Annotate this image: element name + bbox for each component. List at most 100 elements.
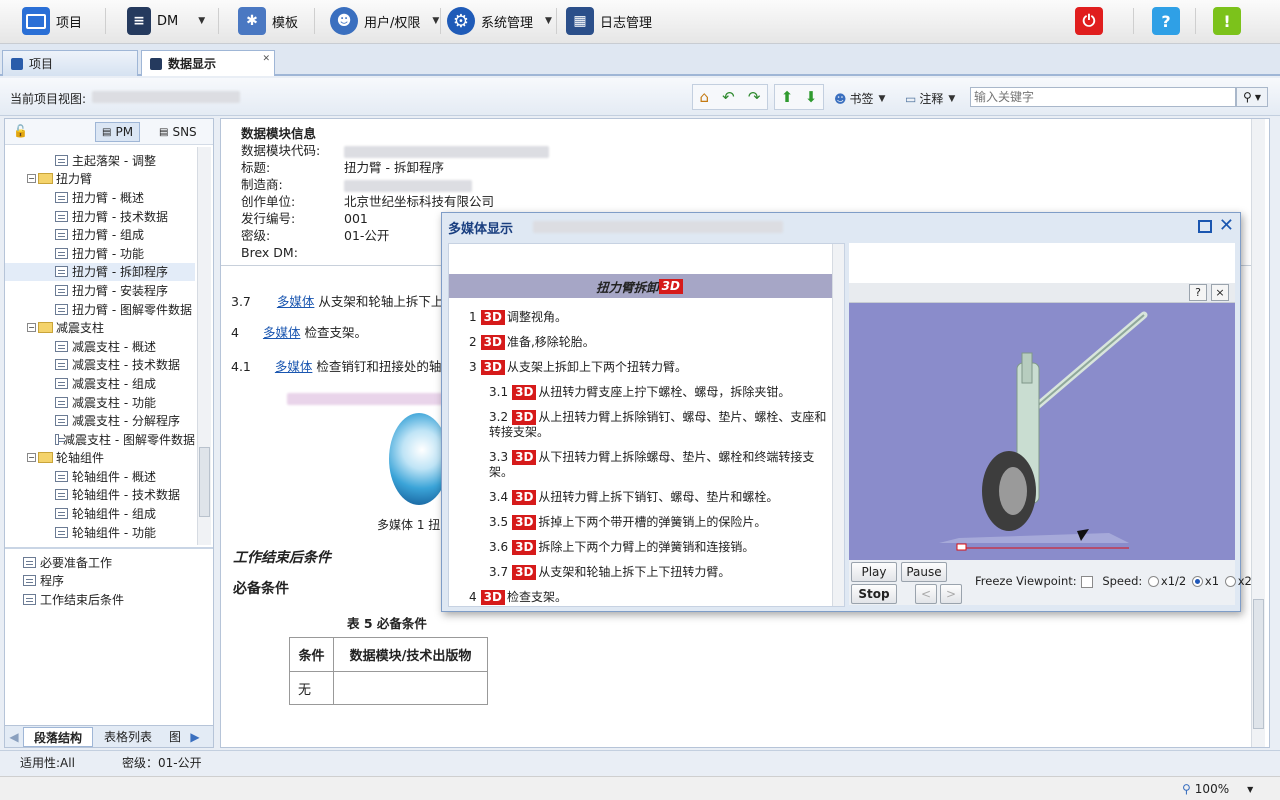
system-menu-button[interactable]: ⚙ 系统管理 ▼ (447, 6, 552, 36)
multimedia-thumbnail[interactable] (389, 413, 449, 505)
tree-item[interactable]: 减震支柱 - 分解程序 (5, 411, 195, 430)
scrollbar-thumb[interactable] (199, 447, 210, 517)
project-menu-button[interactable]: 项目 (22, 6, 82, 36)
speed-radio-1x[interactable] (1191, 576, 1203, 587)
tree-folder[interactable]: − 扭力臂 (5, 170, 195, 189)
arrow-left-icon[interactable]: ◀ (5, 730, 23, 744)
multimedia-link[interactable]: 多媒体 (263, 325, 301, 340)
close-icon[interactable]: ✕ (1219, 215, 1234, 236)
multimedia-step[interactable]: 2 3D 准备,移除轮胎。 (449, 335, 832, 350)
3d-badge[interactable]: 3D (480, 360, 505, 375)
multimedia-step[interactable]: 3.1 3D 从扭转力臂支座上拧下螺栓、螺母，拆除夹钳。 (449, 385, 832, 400)
speed-radio-2x[interactable] (1224, 576, 1236, 587)
zoom-control[interactable]: ⚲ 100% ▼ (1182, 782, 1253, 796)
bookmark-menu[interactable]: ☻ 书签 ▼ (834, 90, 885, 107)
3d-badge[interactable]: 3D (480, 335, 505, 350)
freeze-checkbox[interactable] (1080, 575, 1093, 588)
multimedia-step[interactable]: 3.3 3D 从下扭转力臂上拆除螺母、垫片、螺栓和终端转接支架。 (449, 450, 832, 480)
previous-step-button[interactable]: < (915, 584, 937, 604)
3d-badge[interactable]: 3D (512, 565, 537, 580)
3d-badge[interactable]: 3D (512, 490, 537, 505)
tree-item[interactable]: 减震支柱 - 组成 (5, 374, 195, 393)
collapse-icon[interactable]: − (27, 174, 36, 184)
tree-folder[interactable]: − 减震支柱 (5, 318, 195, 337)
tree-item[interactable]: 轮轴组件 - 技术数据 (5, 486, 195, 505)
tree-item[interactable]: 扭力臂 - 组成 (5, 225, 195, 244)
collapse-icon[interactable]: − (27, 323, 36, 333)
tree-item[interactable]: 主起落架 - 调整 (5, 151, 195, 170)
stop-button[interactable]: Stop (851, 584, 897, 604)
tree-item[interactable]: 减震支柱 - 图解零件数据 (5, 430, 195, 449)
tab-data-display[interactable]: 数据显示 ✕ (141, 50, 275, 76)
outline-item[interactable]: 程序 (5, 572, 213, 591)
multimedia-link[interactable]: 多媒体 (275, 359, 313, 374)
next-step-button[interactable]: > (940, 584, 962, 604)
tab-figure[interactable]: 图 (163, 728, 187, 745)
close-icon[interactable]: ✕ (262, 54, 270, 64)
viewer-help-icon[interactable]: ? (1189, 284, 1207, 301)
tree-item[interactable]: 轮轴组件 - 组成 (5, 504, 195, 523)
viewer-close-icon[interactable]: × (1211, 284, 1229, 301)
users-menu-button[interactable]: ☻ 用户/权限 ▼ (330, 6, 439, 36)
multimedia-step[interactable]: 4 3D 检查支架。 (449, 590, 832, 605)
multimedia-step[interactable]: 1 3D 调整视角。 (449, 310, 832, 325)
3d-badge[interactable]: 3D (480, 590, 505, 605)
lock-icon[interactable]: 🔓 (13, 124, 28, 138)
scrollbar-thumb[interactable] (1253, 599, 1264, 729)
search-input[interactable] (970, 87, 1236, 107)
tree-item[interactable]: 扭力臂 - 技术数据 (5, 207, 195, 226)
tree-item[interactable]: 减震支柱 - 技术数据 (5, 356, 195, 375)
tab-paragraph-structure[interactable]: 段落结构 (23, 726, 93, 747)
template-menu-button[interactable]: ✱ 模板 (238, 6, 298, 36)
arrow-up-icon[interactable]: ⬆ (781, 88, 794, 106)
note-menu[interactable]: ▭ 注释 ▼ (905, 90, 955, 107)
tree-item[interactable]: 扭力臂 - 功能 (5, 244, 195, 263)
arrow-down-icon[interactable]: ⬇ (805, 88, 818, 106)
3d-badge[interactable]: 3D (512, 450, 537, 465)
tree-item[interactable]: 扭力臂 - 拆卸程序 (5, 262, 195, 282)
dm-menu-button[interactable]: ≡ DM ▼ (127, 6, 205, 36)
speed-radio-half[interactable] (1147, 576, 1159, 587)
outline-item[interactable]: 必要准备工作 (5, 553, 213, 572)
document-scrollbar[interactable] (1251, 119, 1265, 747)
tree-item[interactable]: 减震支柱 - 功能 (5, 393, 195, 412)
pm-toggle[interactable]: ▤ PM (95, 122, 141, 142)
3d-badge[interactable]: 3D (512, 540, 537, 555)
tree-item[interactable]: 轮轴组件 - 功能 (5, 523, 195, 542)
tree-item[interactable]: 扭力臂 - 安装程序 (5, 281, 195, 300)
multimedia-step[interactable]: 3 3D 从支架上拆卸上下两个扭转力臂。 (449, 360, 832, 375)
tab-project[interactable]: 项目 (2, 50, 138, 76)
pause-button[interactable]: Pause (901, 562, 947, 582)
redo-icon[interactable]: ↷ (748, 88, 761, 106)
undo-icon[interactable]: ↶ (722, 88, 735, 106)
tree-item[interactable]: 减震支柱 - 概述 (5, 337, 195, 356)
search-button[interactable]: ⚲ ▼ (1236, 87, 1268, 107)
step-list-scrollbar[interactable] (832, 244, 844, 606)
alert-button[interactable]: ! (1213, 6, 1241, 36)
tree-folder[interactable]: − 轮轴组件 (5, 449, 195, 468)
3d-badge[interactable]: 3D (512, 410, 537, 425)
multimedia-link[interactable]: 多媒体 (277, 294, 315, 309)
collapse-icon[interactable]: − (27, 453, 36, 463)
play-button[interactable]: Play (851, 562, 897, 582)
multimedia-step[interactable]: 3.5 3D 拆掉上下两个带开槽的弹簧销上的保险片。 (449, 515, 832, 530)
3d-badge[interactable]: 3D (480, 310, 505, 325)
multimedia-step[interactable]: 3.6 3D 拆除上下两个力臂上的弹簧销和连接销。 (449, 540, 832, 555)
arrow-right-icon[interactable]: ▶ (187, 730, 203, 744)
outline-item[interactable]: 工作结束后条件 (5, 590, 213, 609)
3d-badge[interactable]: 3D (512, 385, 537, 400)
3d-canvas[interactable] (849, 303, 1235, 560)
log-menu-button[interactable]: ▦ 日志管理 (566, 6, 652, 36)
maximize-icon[interactable] (1198, 220, 1212, 233)
home-icon[interactable]: ⌂ (700, 88, 710, 106)
tree-scrollbar[interactable] (197, 147, 211, 545)
multimedia-step[interactable]: 3.4 3D 从扭转力臂上拆下销钉、螺母、垫片和螺栓。 (449, 490, 832, 505)
3d-badge[interactable]: 3D (512, 515, 537, 530)
tree-item[interactable]: 轮轴组件 - 概述 (5, 467, 195, 486)
multimedia-step[interactable]: 3.7 3D 从支架和轮轴上拆下上下扭转力臂。 (449, 565, 832, 580)
sns-toggle[interactable]: ▤ SNS (155, 122, 201, 142)
power-button[interactable]: ⏻ (1075, 6, 1103, 36)
tab-table-list[interactable]: 表格列表 (93, 728, 163, 745)
help-button[interactable]: ? (1152, 6, 1180, 36)
tree-item[interactable]: 扭力臂 - 图解零件数据 (5, 300, 195, 319)
